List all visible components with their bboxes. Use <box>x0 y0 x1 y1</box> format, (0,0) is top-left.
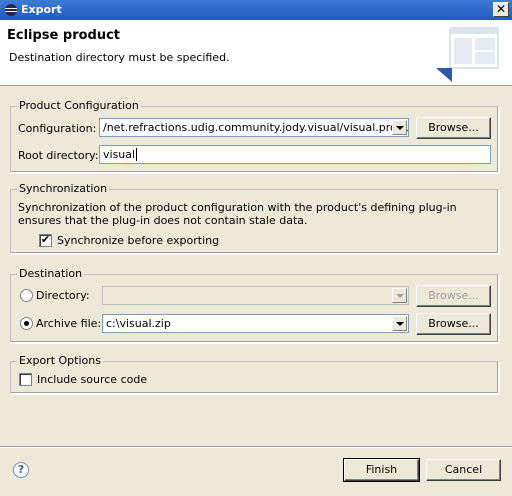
product-configuration-legend: Product Configuration <box>17 99 141 112</box>
configuration-combo[interactable]: /net.refractions.udig.community.jody.vis… <box>99 118 409 137</box>
finish-button[interactable]: Finish <box>343 458 420 482</box>
root-directory-value: visual <box>103 148 136 161</box>
footer-separator <box>0 446 512 448</box>
archive-file-value: c:\visual.zip <box>106 317 171 330</box>
synchronize-checkbox-label: Synchronize before exporting <box>57 234 220 247</box>
eclipse-app-icon <box>5 4 17 16</box>
archive-file-combo[interactable]: c:\visual.zip <box>102 314 409 333</box>
include-source-checkbox[interactable] <box>19 373 32 386</box>
checkmark-icon: ✔ <box>40 233 51 246</box>
page-title: Eclipse product <box>7 28 121 43</box>
include-source-label: Include source code <box>37 373 148 386</box>
destination-legend: Destination <box>17 267 85 280</box>
close-icon: ✕ <box>495 2 507 16</box>
close-button[interactable]: ✕ <box>493 2 509 17</box>
synchronization-legend: Synchronization <box>17 182 110 195</box>
synchronization-description: Synchronization of the product configura… <box>18 201 457 227</box>
header-message: Destination directory must be specified. <box>9 51 230 64</box>
radio-selected-dot <box>24 321 29 326</box>
window-title: Export <box>21 3 62 16</box>
root-directory-input[interactable]: visual <box>99 145 491 164</box>
chevron-down-icon[interactable] <box>392 316 407 331</box>
archive-file-radio[interactable] <box>20 317 33 330</box>
directory-browse-button[interactable]: Browse... <box>416 285 491 307</box>
cancel-button[interactable]: Cancel <box>426 459 501 481</box>
directory-radio[interactable] <box>20 289 33 302</box>
export-wizard-icon <box>436 27 499 82</box>
configuration-browse-button[interactable]: Browse... <box>416 117 491 139</box>
configuration-label: Configuration: <box>18 122 97 135</box>
directory-combo[interactable] <box>102 286 409 305</box>
archive-file-label: Archive file: <box>36 317 102 330</box>
chevron-down-icon[interactable] <box>392 120 407 135</box>
window-titlebar: Export ✕ <box>0 0 512 20</box>
archive-browse-button[interactable]: Browse... <box>416 313 491 335</box>
help-icon[interactable]: ? <box>13 462 29 478</box>
synchronize-checkbox[interactable]: ✔ <box>39 234 52 247</box>
export-options-legend: Export Options <box>17 354 103 367</box>
chevron-down-icon[interactable] <box>392 288 407 303</box>
directory-label: Directory: <box>36 289 90 302</box>
wizard-header: Eclipse product Destination directory mu… <box>0 20 512 86</box>
root-directory-label: Root directory: <box>18 149 99 162</box>
configuration-value: /net.refractions.udig.community.jody.vis… <box>103 121 409 134</box>
